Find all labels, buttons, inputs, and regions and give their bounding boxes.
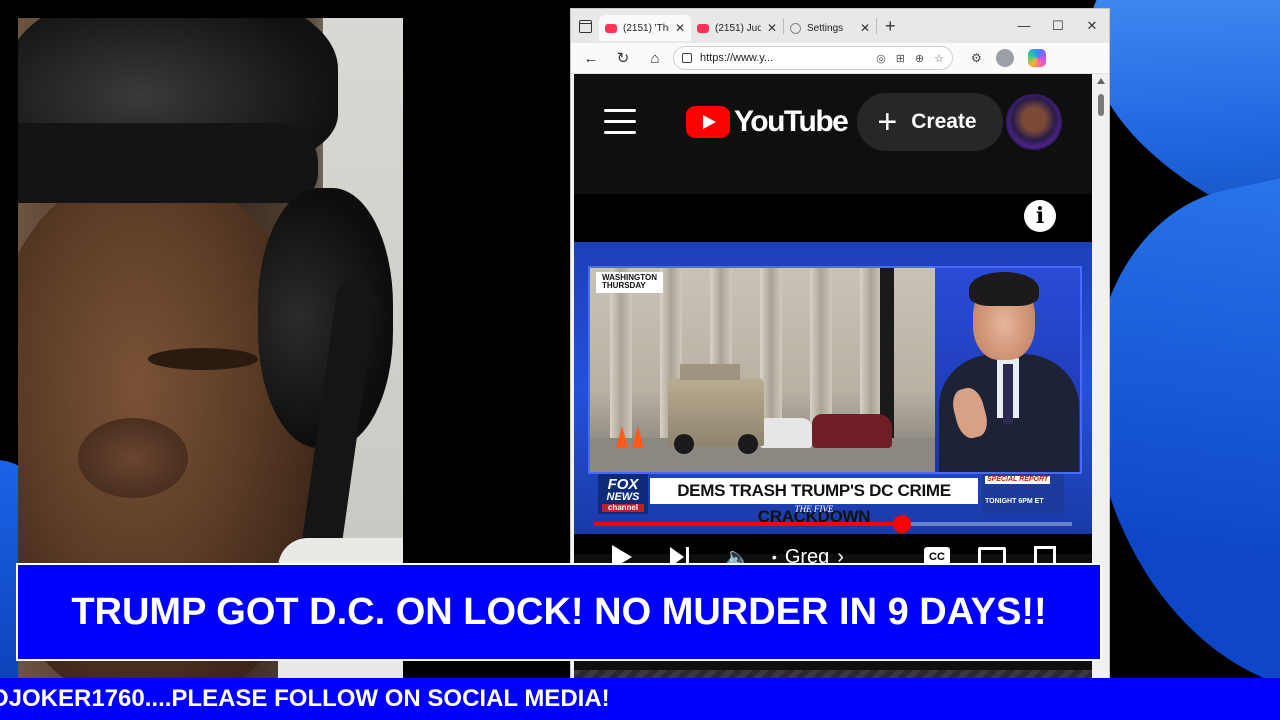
red-car xyxy=(812,414,892,448)
progress-fill xyxy=(594,522,903,526)
youtube-icon xyxy=(605,23,617,33)
minimize-button[interactable]: — xyxy=(1007,18,1041,34)
plus-icon: + xyxy=(877,102,898,141)
favorite-star-icon[interactable]: ☆ xyxy=(934,52,944,65)
back-button[interactable]: ← xyxy=(577,50,605,67)
address-bar-actions: ◎ ⊞ ⊕ ☆ xyxy=(876,52,944,65)
youtube-header: YouTube + Create xyxy=(574,74,1092,169)
tab-bar: (2151) 'The F ✕ (2151) Judge ✕ Settings … xyxy=(571,9,1109,43)
special-tag: SPECIAL REPORT xyxy=(985,476,1051,484)
host-tie xyxy=(1003,364,1013,424)
network-mid: NEWS xyxy=(606,491,640,503)
close-window-button[interactable]: ✕ xyxy=(1075,18,1109,34)
white-car xyxy=(760,418,812,448)
zoom-icon[interactable]: ⊕ xyxy=(915,52,924,65)
news-host xyxy=(935,268,1080,472)
youtube-logo[interactable]: YouTube xyxy=(686,104,849,139)
tab-settings[interactable]: Settings ✕ xyxy=(784,15,876,41)
traffic-cone xyxy=(632,426,644,448)
network-top: FOX xyxy=(607,476,639,493)
create-label: Create xyxy=(911,109,977,133)
scrollbar-thumb[interactable] xyxy=(1098,94,1104,116)
window-controls: — ☐ ✕ xyxy=(1007,18,1109,34)
traffic-cone xyxy=(616,426,628,448)
app-available-icon[interactable]: ⊞ xyxy=(896,52,905,65)
location-line2: THURSDAY xyxy=(602,281,646,291)
building-column xyxy=(610,268,632,443)
tab-title: (2151) Judge xyxy=(715,22,761,34)
youtube-icon xyxy=(697,23,709,33)
tab-divider xyxy=(876,18,877,34)
tab-title: Settings xyxy=(807,22,844,34)
traffic-pole xyxy=(880,268,894,438)
menu-icon[interactable] xyxy=(604,109,636,134)
address-bar-row: ← ↻ ⌂ https://www.y... ◎ ⊞ ⊕ ☆ ⚙ xyxy=(571,43,1109,74)
tab-actions-button[interactable] xyxy=(571,9,599,43)
refresh-button[interactable]: ↻ xyxy=(609,49,637,67)
fox-news-logo: FOX NEWS channel xyxy=(598,474,648,514)
video-player[interactable]: i WASHINGTON THURSDAY FOX NEWS channel D… xyxy=(574,194,1092,569)
banner-text: TRUMP GOT D.C. ON LOCK! NO MURDER IN 9 D… xyxy=(71,590,1047,633)
close-tab-icon[interactable]: ✕ xyxy=(675,21,685,35)
special-report-promo: SPECIAL REPORT TONIGHT 6PM ET xyxy=(982,474,1064,514)
video-frame[interactable]: WASHINGTON THURSDAY FOX NEWS channel DEM… xyxy=(574,242,1092,534)
account-avatar[interactable] xyxy=(1006,93,1062,150)
new-tab-button[interactable]: + xyxy=(885,16,896,37)
chyron-headline: DEMS TRASH TRUMP'S DC CRIME CRACKDOWN xyxy=(650,478,978,526)
military-vehicle xyxy=(668,364,764,454)
scrubber-handle[interactable] xyxy=(893,515,912,533)
show-name: THE FIVE xyxy=(794,504,834,514)
scroll-up-arrow-icon[interactable] xyxy=(1097,78,1105,84)
street-scene: WASHINGTON THURSDAY xyxy=(590,268,935,472)
tab-actions-icon xyxy=(578,19,592,33)
ticker-bar: OJOKER1760....PLEASE FOLLOW ON SOCIAL ME… xyxy=(0,678,1280,720)
create-button[interactable]: + Create xyxy=(857,92,1003,151)
close-tab-icon[interactable]: ✕ xyxy=(767,21,777,35)
profile-avatar[interactable] xyxy=(995,49,1014,67)
ticker-text: OJOKER1760....PLEASE FOLLOW ON SOCIAL ME… xyxy=(0,685,610,712)
location-label: WASHINGTON THURSDAY xyxy=(596,272,663,293)
extensions-icon[interactable]: ⚙ xyxy=(971,51,982,65)
tab-youtube-2[interactable]: (2151) Judge ✕ xyxy=(691,15,783,41)
tab-youtube-1[interactable]: (2151) 'The F ✕ xyxy=(599,15,691,41)
vehicle-wheel xyxy=(674,434,694,454)
toolbar-right: ⚙ xyxy=(971,49,1046,67)
address-bar[interactable]: https://www.y... ◎ ⊞ ⊕ ☆ xyxy=(673,46,953,70)
tab-title: (2151) 'The F xyxy=(623,22,669,34)
youtube-wordmark: YouTube xyxy=(734,104,849,138)
close-tab-icon[interactable]: ✕ xyxy=(860,21,870,35)
host-hair xyxy=(969,272,1039,306)
progress-bar[interactable] xyxy=(594,515,1072,533)
broadcast-frame: WASHINGTON THURSDAY xyxy=(588,266,1082,474)
copilot-icon[interactable] xyxy=(1027,49,1046,67)
webcam-eye xyxy=(148,348,258,370)
webcam-nose xyxy=(78,418,188,498)
read-aloud-icon[interactable]: ◎ xyxy=(876,52,886,65)
webcam-headband xyxy=(18,123,318,203)
info-icon[interactable]: i xyxy=(1024,200,1056,232)
maximize-button[interactable]: ☐ xyxy=(1041,18,1075,34)
news-chyron: FOX NEWS channel DEMS TRASH TRUMP'S DC C… xyxy=(598,474,1068,526)
lock-icon xyxy=(682,53,692,63)
headline-banner: TRUMP GOT D.C. ON LOCK! NO MURDER IN 9 D… xyxy=(16,563,1102,661)
url-text: https://www.y... xyxy=(700,52,774,64)
home-button[interactable]: ⌂ xyxy=(641,50,669,67)
gear-icon xyxy=(790,22,801,34)
youtube-play-logo-icon xyxy=(686,105,730,138)
special-time: TONIGHT 6PM ET xyxy=(985,497,1044,505)
vehicle-wheel xyxy=(738,434,758,454)
network-bottom: channel xyxy=(602,504,644,512)
